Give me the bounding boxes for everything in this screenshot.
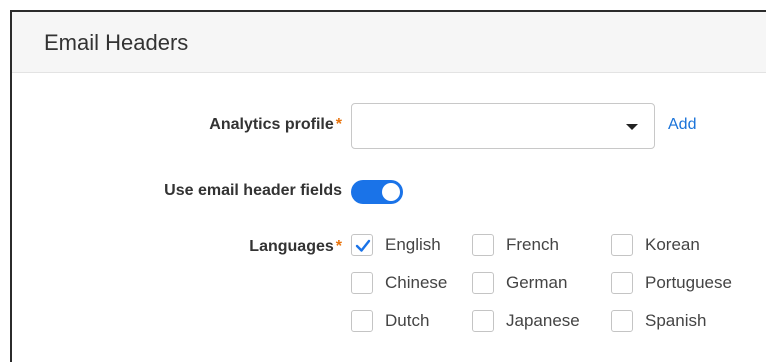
checkbox[interactable]: [611, 234, 633, 256]
checkbox[interactable]: [351, 310, 373, 332]
checkbox[interactable]: [351, 272, 373, 294]
language-label: Spanish: [645, 311, 707, 330]
language-label: Korean: [645, 235, 700, 254]
chevron-down-icon: [626, 124, 638, 130]
email-header-fields-toggle[interactable]: [351, 180, 403, 204]
analytics-profile-label: Analytics profile: [209, 116, 334, 133]
checkbox[interactable]: [472, 234, 494, 256]
language-label: Chinese: [385, 273, 448, 292]
analytics-profile-label-row: Analytics profile *: [209, 116, 342, 134]
language-label: Portuguese: [645, 273, 732, 292]
language-label: French: [506, 235, 559, 254]
languages-label-row: Languages *: [249, 238, 342, 256]
language-label: Japanese: [506, 311, 580, 330]
checkbox[interactable]: [472, 310, 494, 332]
toggle-knob: [382, 183, 400, 201]
language-label: German: [506, 273, 568, 292]
panel-title: Email Headers: [44, 30, 189, 55]
checkbox[interactable]: [351, 234, 373, 256]
checkmark-icon: [355, 239, 371, 252]
language-label: English: [385, 235, 441, 254]
language-label: Dutch: [385, 311, 430, 330]
panel-header: Email Headers: [12, 12, 766, 73]
checkbox[interactable]: [611, 272, 633, 294]
email-headers-panel: Email Headers Analytics profile * Add Use…: [10, 10, 766, 362]
required-marker: *: [335, 238, 342, 255]
checkbox[interactable]: [472, 272, 494, 294]
add-analytics-profile-link[interactable]: Add: [668, 116, 696, 134]
required-marker: *: [335, 116, 342, 133]
email-header-fields-label: Use email header fields: [164, 182, 342, 199]
languages-label: Languages: [249, 238, 334, 255]
checkbox[interactable]: [611, 310, 633, 332]
analytics-profile-select[interactable]: [351, 103, 655, 149]
